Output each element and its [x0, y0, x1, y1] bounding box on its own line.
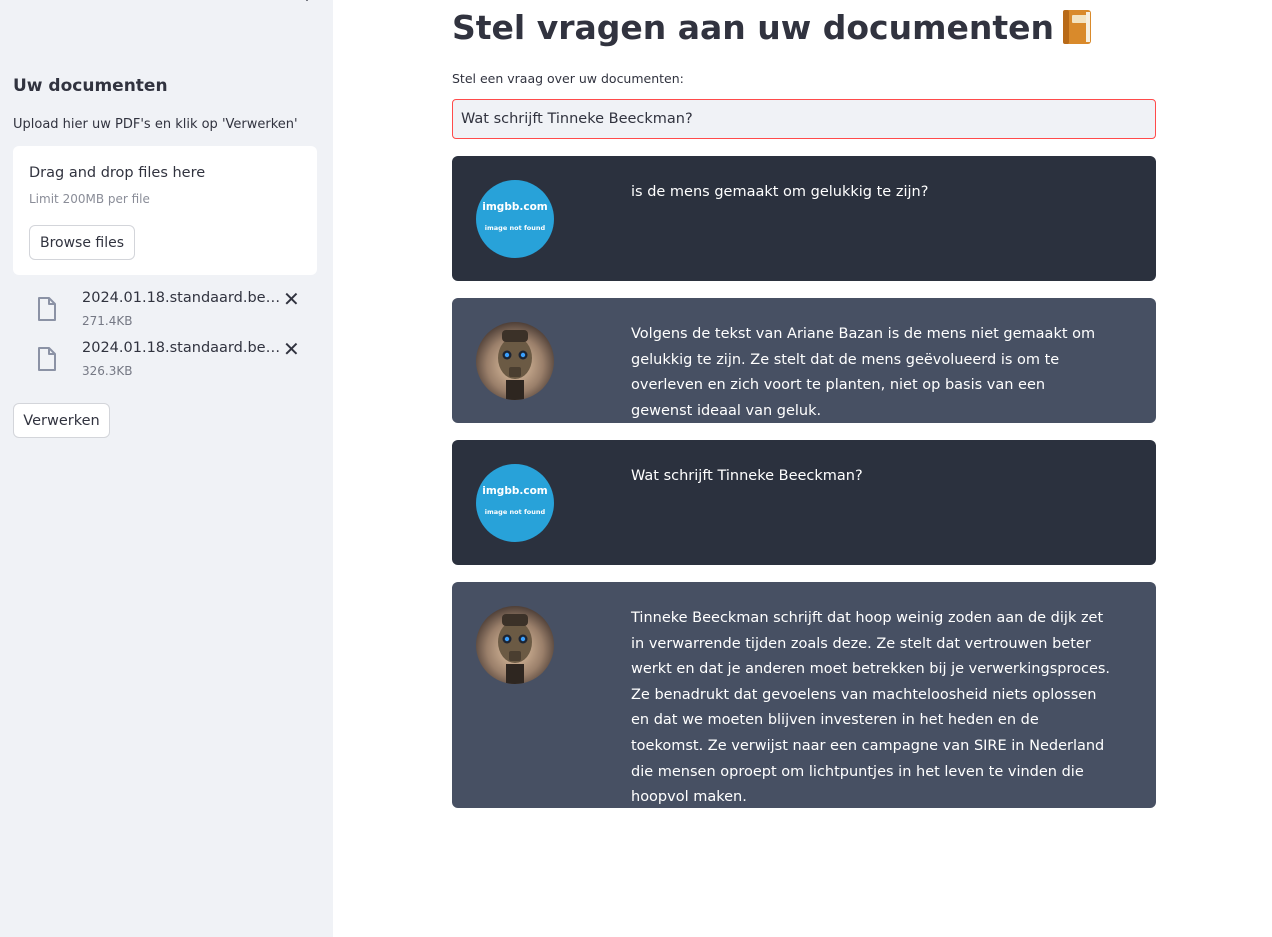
uploaded-file-item: 2024.01.18.standaard.be-H... 271.4KB ✕: [34, 289, 304, 330]
file-icon: [38, 347, 56, 371]
book-icon: [1060, 9, 1094, 45]
file-name: 2024.01.18.standaard.be-M...: [82, 340, 282, 356]
chat-message-bot: Tinneke Beeckman schrijft dat hoop weini…: [452, 582, 1156, 808]
remove-file-icon[interactable]: ✕: [283, 289, 300, 309]
avatar-placeholder-subtitle: image not found: [484, 508, 546, 516]
message-text: is de mens gemaakt om gelukkig te zijn?: [631, 184, 929, 200]
message-text: Tinneke Beeckman schrijft dat hoop weini…: [631, 610, 1111, 806]
file-dropzone[interactable]: Drag and drop files here Limit 200MB per…: [13, 146, 317, 275]
robot-avatar: [476, 606, 554, 684]
chat-message-bot: Volgens de tekst van Ariane Bazan is de …: [452, 298, 1156, 423]
remove-file-icon[interactable]: ✕: [283, 339, 300, 359]
chat-message-user: imgbb.com image not found Wat schrijft T…: [452, 440, 1156, 565]
dropzone-title: Drag and drop files here: [29, 165, 206, 181]
file-size: 326.3KB: [82, 364, 133, 378]
browse-files-button[interactable]: Browse files: [29, 225, 135, 260]
question-input[interactable]: [452, 99, 1156, 139]
process-button[interactable]: Verwerken: [13, 403, 110, 438]
collapse-sidebar-icon[interactable]: [300, 0, 316, 4]
file-icon: [38, 297, 56, 321]
robot-avatar: [476, 322, 554, 400]
dropzone-limit: Limit 200MB per file: [29, 192, 150, 206]
question-label: Stel een vraag over uw documenten:: [452, 71, 684, 86]
avatar-placeholder-title: imgbb.com: [482, 485, 548, 497]
avatar-placeholder-title: imgbb.com: [482, 201, 548, 213]
sidebar: Uw documenten Upload hier uw PDF's en kl…: [0, 0, 333, 937]
user-avatar: imgbb.com image not found: [476, 464, 554, 542]
page-title: Stel vragen aan uw documenten: [452, 8, 1094, 47]
sidebar-subtitle: Upload hier uw PDF's en klik op 'Verwerk…: [13, 117, 298, 132]
message-text: Volgens de tekst van Ariane Bazan is de …: [631, 326, 1096, 419]
file-size: 271.4KB: [82, 314, 133, 328]
avatar-placeholder-subtitle: image not found: [484, 224, 546, 232]
user-avatar: imgbb.com image not found: [476, 180, 554, 258]
uploaded-file-item: 2024.01.18.standaard.be-M... 326.3KB ✕: [34, 339, 304, 380]
sidebar-title: Uw documenten: [13, 76, 168, 96]
page-title-text: Stel vragen aan uw documenten: [452, 8, 1055, 47]
chat-message-user: imgbb.com image not found is de mens gem…: [452, 156, 1156, 281]
message-text: Wat schrijft Tinneke Beeckman?: [631, 468, 863, 484]
file-name: 2024.01.18.standaard.be-H...: [82, 290, 282, 306]
